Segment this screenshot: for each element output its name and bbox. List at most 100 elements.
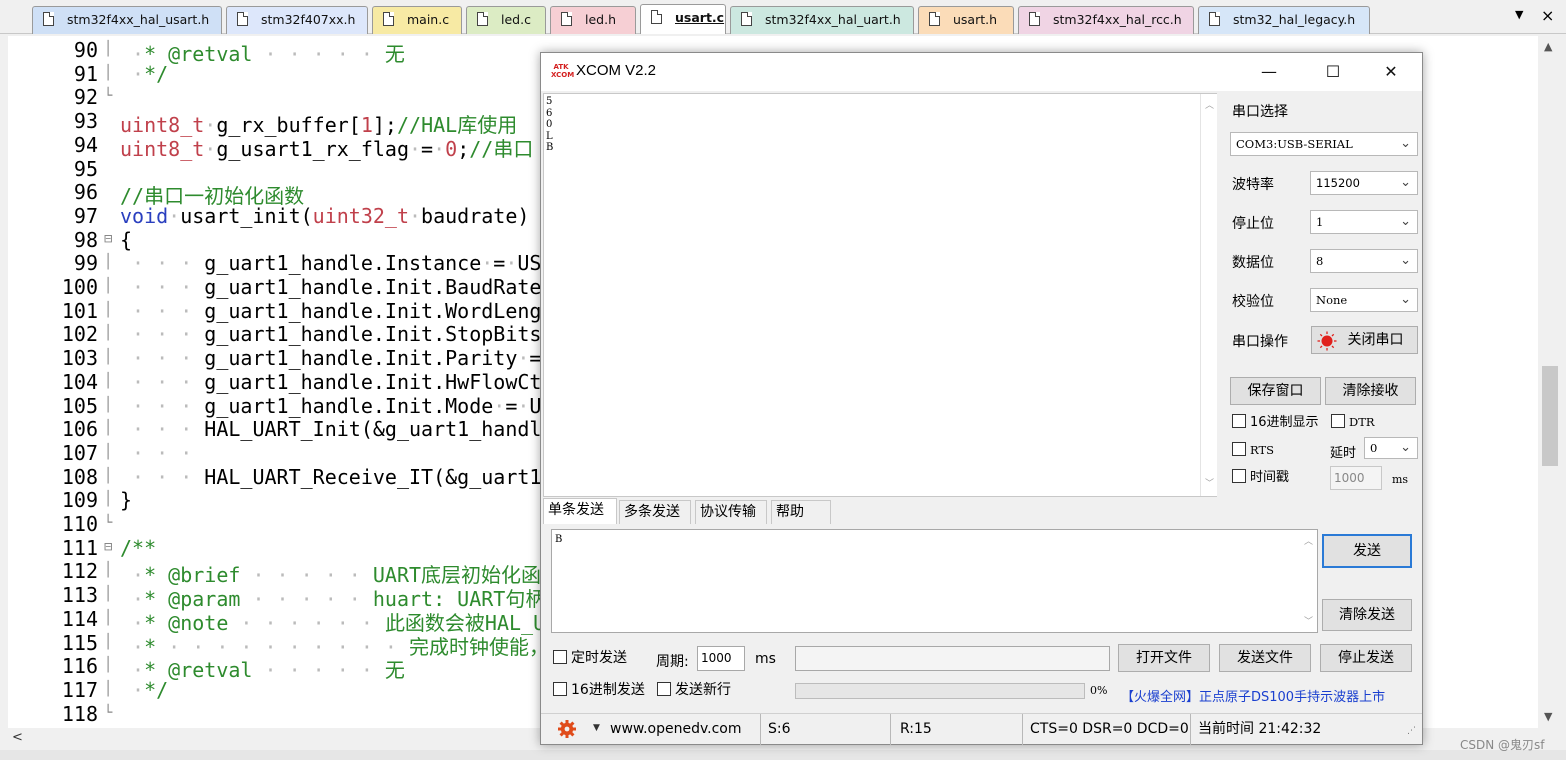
code-token: · xyxy=(517,346,530,371)
editor-tab[interactable]: stm32f4xx_hal_rcc.h xyxy=(1018,6,1194,34)
editor-tab-label: led.h xyxy=(585,12,616,27)
close-button[interactable]: ✕ xyxy=(1369,57,1413,87)
hex-display-checkbox[interactable]: 16进制显示 xyxy=(1232,414,1319,431)
code-token: · xyxy=(493,393,506,418)
close-port-button[interactable]: 关闭串口 xyxy=(1311,326,1418,354)
chevron-up-icon[interactable]: ︿ xyxy=(1205,98,1214,111)
scroll-down-icon[interactable]: ▼ xyxy=(1544,710,1552,723)
code-line: · · · g_uart1_handle.Init.StopBits·= xyxy=(120,322,566,346)
line-number: 96 xyxy=(73,180,98,205)
timed-send-label: 定时发送 xyxy=(571,650,627,666)
chevron-up-icon[interactable]: ︿ xyxy=(1304,534,1313,547)
line-number: 95 xyxy=(73,156,98,181)
fold-marker-icon[interactable]: ⊟ xyxy=(104,231,117,247)
checkbox-box xyxy=(553,682,567,696)
code-token: · · · xyxy=(120,440,205,465)
fold-marker-icon: │ xyxy=(104,372,113,389)
editor-tab[interactable]: stm32_hal_legacy.h xyxy=(1198,6,1370,34)
tab-help[interactable]: 帮助 xyxy=(771,500,831,524)
editor-tab[interactable]: stm32f4xx_hal_uart.h xyxy=(730,6,914,34)
send-scrollbar[interactable]: ︿ ﹀ xyxy=(1300,530,1317,632)
editor-tab[interactable]: stm32f4xx_hal_usart.h xyxy=(32,6,222,34)
xcom-window: ATK XCOM XCOM V2.2 — ☐ ✕ 5 6 0 L B ︿ ﹀ 串口… xyxy=(540,52,1423,745)
fold-marker-icon: │ xyxy=(104,41,113,57)
tab-single-send[interactable]: 单条发送 xyxy=(543,498,617,524)
promo-link[interactable]: 【火爆全网】正点原子DS100手持示波器上市 xyxy=(1121,686,1385,705)
checkbox-box xyxy=(1331,414,1345,428)
dtr-checkbox[interactable]: DTR xyxy=(1331,414,1375,431)
website-link[interactable]: www.openedv.com xyxy=(605,714,761,745)
data-bits-select[interactable]: 8 ⌄ xyxy=(1310,249,1418,273)
scroll-thumb[interactable] xyxy=(1542,366,1558,466)
code-token: 无 xyxy=(384,42,405,66)
fold-marker-icon: │ xyxy=(104,680,113,697)
send-textarea[interactable]: B ︿ ﹀ xyxy=(551,529,1318,633)
code-line: /** xyxy=(120,536,156,560)
editor-tab[interactable]: main.c xyxy=(372,6,462,34)
receive-scrollbar[interactable]: ︿ ﹀ xyxy=(1200,94,1217,496)
checkbox-box xyxy=(657,682,671,696)
fold-marker-icon: │ xyxy=(104,467,113,484)
line-number: 98 xyxy=(73,227,98,252)
editor-vertical-scrollbar[interactable]: ▲ ▼ xyxy=(1538,36,1562,728)
editor-tab[interactable]: stm32f407xx.h xyxy=(226,6,368,34)
scroll-up-icon[interactable]: ▲ xyxy=(1544,40,1552,53)
save-window-button[interactable]: 保存窗口 xyxy=(1230,377,1321,405)
parity-select[interactable]: None ⌄ xyxy=(1310,288,1418,312)
caret-down-icon[interactable]: ▼ xyxy=(593,723,600,733)
line-number: 90 xyxy=(73,38,98,62)
hex-send-checkbox[interactable]: 16进制发送 xyxy=(553,682,645,698)
send-newline-checkbox[interactable]: 发送新行 xyxy=(657,682,731,698)
scroll-left-icon[interactable]: < xyxy=(12,730,23,745)
chevron-down-icon[interactable]: ﹀ xyxy=(1205,476,1214,489)
resize-grip-icon[interactable]: ⋰ xyxy=(1407,726,1416,736)
send-button[interactable]: 发送 xyxy=(1322,534,1412,568)
period-input[interactable]: 1000 xyxy=(697,646,745,671)
open-file-button[interactable]: 打开文件 xyxy=(1118,644,1210,672)
timestamp-interval-input[interactable]: 1000 xyxy=(1330,466,1382,490)
code-token: · xyxy=(120,677,145,702)
editor-tab[interactable]: led.c xyxy=(466,6,546,34)
receive-textarea[interactable]: 5 6 0 L B ︿ ﹀ xyxy=(543,93,1217,497)
editor-tab-label: usart.h xyxy=(953,12,998,27)
clear-send-button[interactable]: 清除发送 xyxy=(1322,599,1412,631)
line-number: 104 xyxy=(61,369,98,394)
xcom-title-bar[interactable]: ATK XCOM XCOM V2.2 — ☐ ✕ xyxy=(541,53,1422,91)
timestamp-checkbox[interactable]: 时间戳 xyxy=(1232,469,1289,486)
close-tab-icon[interactable]: × xyxy=(1541,6,1554,25)
port-select[interactable]: COM3:USB-SERIAL ⌄ xyxy=(1230,132,1418,156)
stop-send-button[interactable]: 停止发送 xyxy=(1320,644,1412,672)
delay-label: 延时 xyxy=(1330,446,1357,461)
code-token: */ xyxy=(144,61,169,86)
tab-protocol[interactable]: 协议传输 xyxy=(695,500,767,524)
minimize-button[interactable]: — xyxy=(1247,57,1291,87)
maximize-button[interactable]: ☐ xyxy=(1311,57,1355,87)
code-token: 0 xyxy=(445,136,458,161)
file-path-input[interactable] xyxy=(795,646,1110,671)
code-line: · · · HAL_UART_Init(&g_uart1_handle) xyxy=(120,417,566,441)
gear-icon[interactable] xyxy=(557,719,577,739)
editor-tab[interactable]: led.h xyxy=(550,6,636,34)
delay-select[interactable]: 0 ⌄ xyxy=(1364,437,1418,459)
line-number: 99 xyxy=(73,251,98,276)
timestamp-ms-label: ms xyxy=(1392,473,1409,486)
timed-send-checkbox[interactable]: 定时发送 xyxy=(553,650,627,666)
fold-marker-icon[interactable]: ⊟ xyxy=(104,539,117,555)
send-file-button[interactable]: 发送文件 xyxy=(1219,644,1311,672)
clear-receive-button[interactable]: 清除接收 xyxy=(1325,377,1416,405)
tab-dropdown-icon[interactable]: ▼ xyxy=(1515,8,1523,21)
code-token: /** xyxy=(120,535,157,560)
stop-bits-value: 1 xyxy=(1316,215,1324,229)
chevron-down-icon: ⌄ xyxy=(1400,175,1411,190)
editor-tab-label: stm32f407xx.h xyxy=(261,12,356,27)
baud-select[interactable]: 115200 ⌄ xyxy=(1310,171,1418,195)
editor-tab[interactable]: usart.h xyxy=(918,6,1014,34)
tab-multi-send[interactable]: 多条发送 xyxy=(619,500,691,524)
chevron-down-icon[interactable]: ﹀ xyxy=(1304,614,1313,627)
rts-checkbox[interactable]: RTS xyxy=(1232,442,1274,459)
editor-tab[interactable]: usart.c xyxy=(640,4,726,34)
checkbox-box xyxy=(1232,414,1246,428)
stop-bits-select[interactable]: 1 ⌄ xyxy=(1310,210,1418,234)
code-token: 无 xyxy=(384,658,405,683)
status-bar: ▼ www.openedv.com S:6 R:15 CTS=0 DSR=0 D… xyxy=(541,713,1422,745)
